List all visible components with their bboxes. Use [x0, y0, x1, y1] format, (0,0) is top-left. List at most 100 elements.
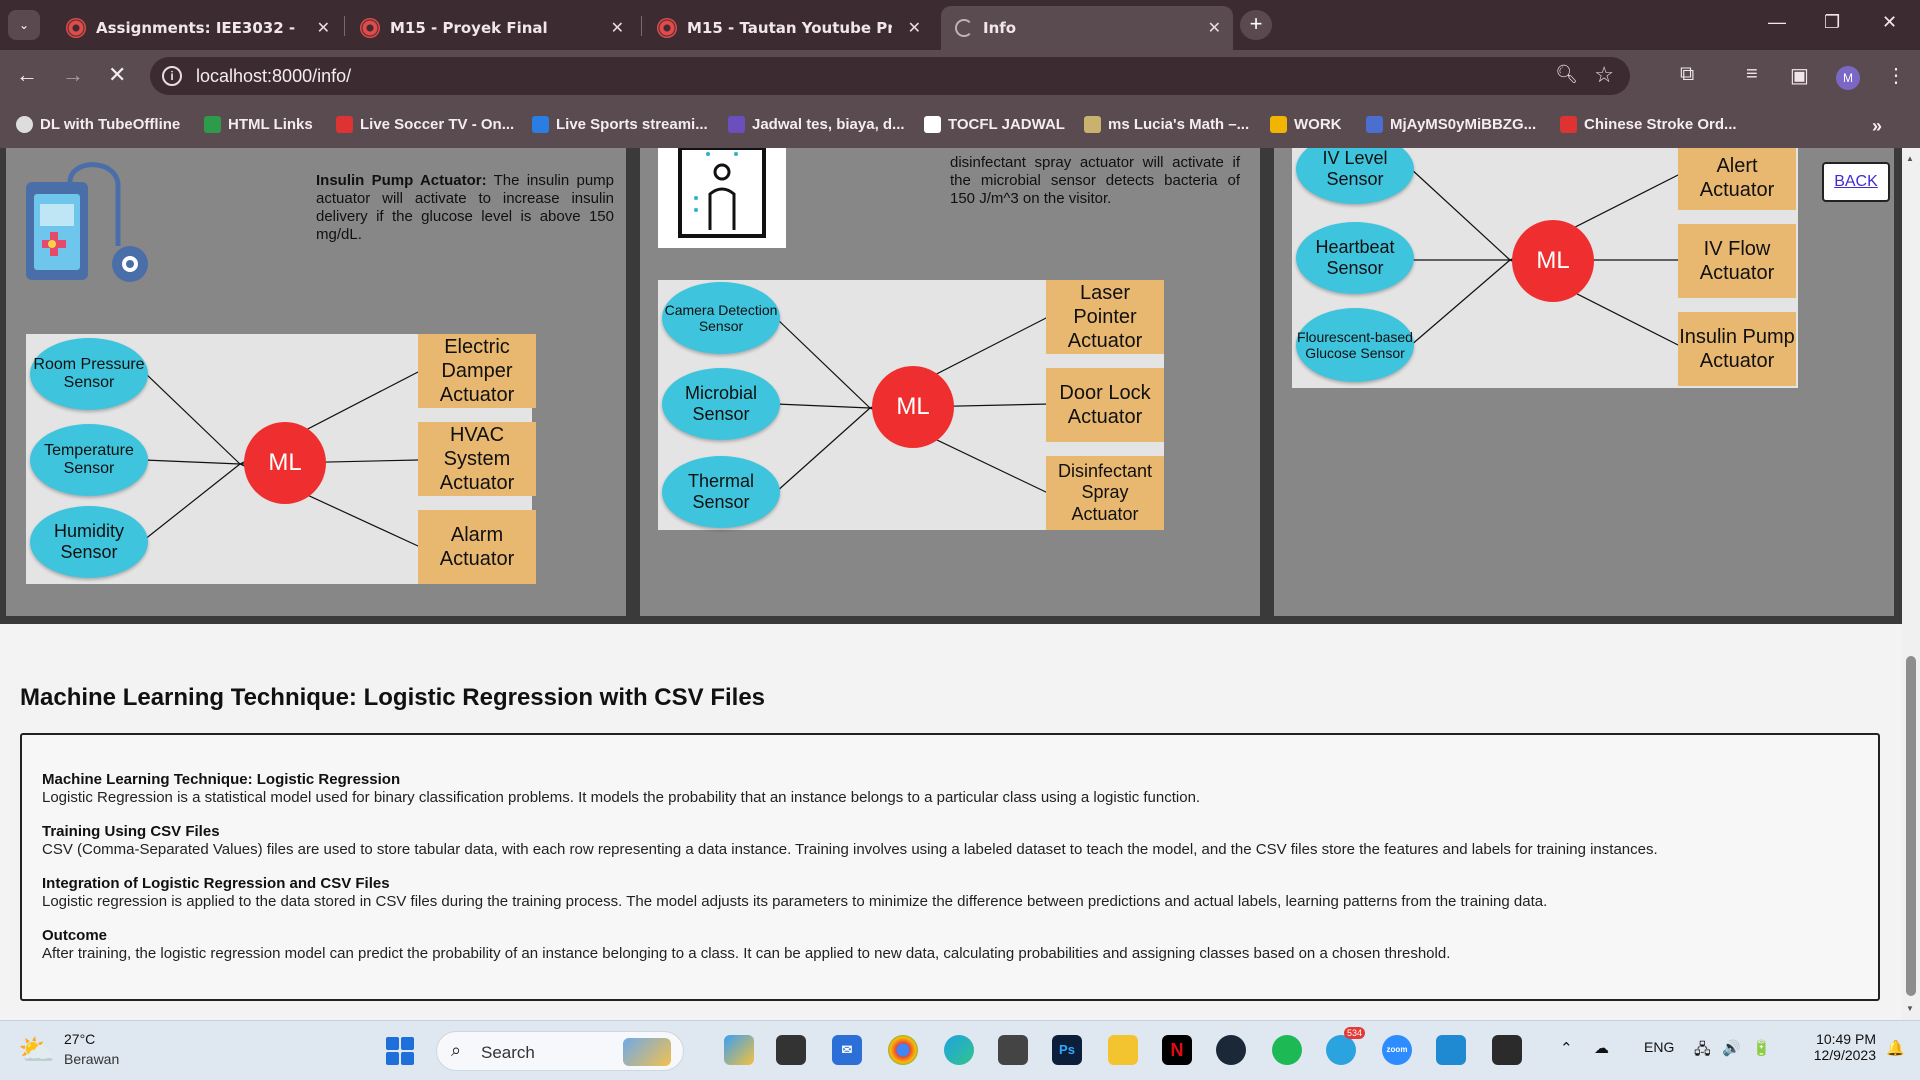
steam-icon[interactable]: [1216, 1035, 1246, 1065]
scroll-down-icon[interactable]: ▼: [1906, 1004, 1914, 1013]
ml-node: ML: [872, 366, 954, 448]
person-scan-icon: [678, 148, 766, 238]
ml-section-integration: Integration of Logistic Regression and C…: [42, 875, 1862, 911]
netflix-icon[interactable]: N: [1162, 1035, 1192, 1065]
moodle-icon: [360, 18, 380, 38]
extensions-icon[interactable]: ⧉: [1680, 63, 1694, 86]
weather-cloud-icon[interactable]: ⛅: [18, 1033, 55, 1068]
avatar[interactable]: M: [1836, 66, 1860, 90]
tab-title: Info: [983, 19, 1017, 37]
zoom-app-icon[interactable]: zoom: [1382, 1035, 1412, 1065]
ml-technique-box: Machine Learning Technique: Logistic Reg…: [20, 733, 1880, 1001]
photoshop-icon[interactable]: Ps: [1052, 1035, 1082, 1065]
close-icon[interactable]: ✕: [908, 18, 921, 37]
bookmark-item[interactable]: DL with TubeOffline: [16, 116, 180, 133]
star-icon[interactable]: ☆: [1594, 62, 1614, 88]
reading-list-icon[interactable]: ≡: [1746, 63, 1758, 86]
onedrive-icon[interactable]: ☁: [1594, 1039, 1609, 1057]
chevron-up-icon[interactable]: ⌃: [1560, 1039, 1573, 1057]
tab-m15-tautan-youtube[interactable]: M15 - Tautan Youtube Proyek Final ✕: [643, 6, 933, 50]
panel-room: Insulin Pump Actuator: The insulin pump …: [6, 148, 626, 616]
weather-description[interactable]: Berawan: [64, 1051, 119, 1067]
bookmark-favicon-icon: [1084, 116, 1101, 133]
bookmark-item[interactable]: HTML Links: [204, 116, 313, 133]
windows-taskbar: ⛅ 27°C Berawan ⌕ Search ✉ Ps N 534 zoom …: [0, 1020, 1920, 1080]
spotify-icon[interactable]: [1272, 1035, 1302, 1065]
close-icon[interactable]: ✕: [611, 18, 624, 37]
tab-search-button[interactable]: ⌄: [8, 10, 40, 40]
bookmark-item[interactable]: WORK: [1270, 116, 1342, 133]
close-icon[interactable]: ✕: [317, 18, 330, 37]
bookmark-item[interactable]: Jadwal tes, biaya, d...: [728, 116, 905, 133]
url-text[interactable]: localhost:8000/info/: [196, 66, 351, 87]
tab-assignments[interactable]: Assignments: IEE3032 - Pemrograman ✕: [52, 6, 342, 50]
new-tab-button[interactable]: +: [1240, 10, 1272, 40]
battery-icon[interactable]: 🔋: [1752, 1039, 1771, 1057]
insulin-pump-illustration: [26, 162, 148, 282]
tab-divider: [641, 16, 642, 36]
bookmark-item[interactable]: ms Lucia's Math –...: [1084, 116, 1249, 133]
bookmark-item[interactable]: Live Sports streami...: [532, 116, 708, 133]
vscode-icon[interactable]: [1436, 1035, 1466, 1065]
bookmark-favicon-icon: [336, 116, 353, 133]
panel-entrance: disinfectant spray actuator will activat…: [640, 148, 1260, 616]
section-title: Outcome: [42, 927, 108, 944]
back-button[interactable]: BACK: [1822, 162, 1890, 202]
section-title: Training Using CSV Files: [42, 823, 220, 840]
notification-icon[interactable]: 🔔: [1886, 1039, 1905, 1057]
panel-patient: IV Level Sensor Heartbeat Sensor Floures…: [1274, 148, 1894, 616]
windows-start-icon[interactable]: [386, 1037, 414, 1065]
file-app-icon[interactable]: [776, 1035, 806, 1065]
bookmark-item[interactable]: MjAyMS0yMiBBZG...: [1366, 116, 1536, 133]
drive-icon: [1270, 116, 1287, 133]
tab-m15-proyek-final[interactable]: M15 - Proyek Final ✕: [346, 6, 636, 50]
actuator-insulin-pump: Insulin Pump Actuator: [1678, 312, 1796, 386]
bookmark-item[interactable]: TOCFL JADWAL: [924, 116, 1065, 133]
telegram-icon[interactable]: [1326, 1035, 1356, 1065]
bookmark-favicon-icon: [16, 116, 33, 133]
taskbar-search[interactable]: ⌕ Search: [436, 1031, 684, 1071]
more-menu-icon[interactable]: ⋮: [1886, 63, 1906, 88]
side-panel-icon[interactable]: ▣: [1790, 63, 1809, 88]
iot-diagram-patient: IV Level Sensor Heartbeat Sensor Floures…: [1292, 148, 1798, 388]
gallery-app-icon[interactable]: [724, 1035, 754, 1065]
scroll-up-icon[interactable]: ▲: [1906, 154, 1914, 163]
scrollbar-thumb[interactable]: [1906, 656, 1916, 996]
search-highlight-icon: [623, 1038, 671, 1066]
3d-app-icon[interactable]: [998, 1035, 1028, 1065]
bookmark-favicon-icon: [1560, 116, 1577, 133]
restore-icon[interactable]: ❐: [1824, 12, 1840, 33]
bookmark-item[interactable]: Live Soccer TV - On...: [336, 116, 514, 133]
more-bookmarks-icon[interactable]: »: [1872, 116, 1882, 137]
window-close-icon[interactable]: ✕: [1882, 12, 1897, 33]
tab-title: M15 - Proyek Final: [390, 19, 548, 37]
weather-temperature[interactable]: 27°C: [64, 1031, 95, 1047]
mail-icon[interactable]: ✉: [832, 1035, 862, 1065]
language-indicator[interactable]: ENG: [1644, 1039, 1674, 1055]
ml-section-training-csv: Training Using CSV Files CSV (Comma-Sepa…: [42, 823, 1862, 859]
bookmark-item[interactable]: Chinese Stroke Ord...: [1560, 116, 1737, 133]
stop-loading-icon[interactable]: ✕: [108, 62, 126, 88]
actuator-disinfectant-spray: Disinfectant Spray Actuator: [1046, 456, 1164, 530]
zoom-icon[interactable]: 🔍︎: [1555, 64, 1578, 85]
sensor-humidity: Humidity Sensor: [30, 506, 148, 578]
file-explorer-icon[interactable]: [1108, 1035, 1138, 1065]
minimize-icon[interactable]: —: [1768, 12, 1786, 33]
system-clock[interactable]: 10:49 PM 12/9/2023: [1800, 1031, 1876, 1063]
close-icon[interactable]: ✕: [1208, 18, 1221, 37]
chrome-icon[interactable]: [888, 1035, 918, 1065]
back-arrow-icon[interactable]: ←: [16, 62, 38, 88]
info-icon[interactable]: i: [162, 66, 182, 86]
telegram-badge: 534: [1344, 1027, 1366, 1039]
terminal-icon[interactable]: [1492, 1035, 1522, 1065]
network-icon[interactable]: 🖧: [1694, 1039, 1711, 1064]
page-scrollbar[interactable]: ▲ ▼: [1902, 148, 1920, 1020]
forward-arrow-icon[interactable]: →: [62, 62, 84, 88]
edge-icon[interactable]: [944, 1035, 974, 1065]
sensor-glucose: Flourescent-based Glucose Sensor: [1296, 308, 1414, 382]
address-bar[interactable]: i localhost:8000/info/ 🔍︎ ☆: [150, 57, 1630, 95]
tab-info[interactable]: Info ✕: [941, 6, 1233, 50]
sensor-room-pressure: Room Pressure Sensor: [30, 338, 148, 410]
volume-icon[interactable]: 🔊: [1722, 1039, 1741, 1057]
moodle-icon: [657, 18, 677, 38]
